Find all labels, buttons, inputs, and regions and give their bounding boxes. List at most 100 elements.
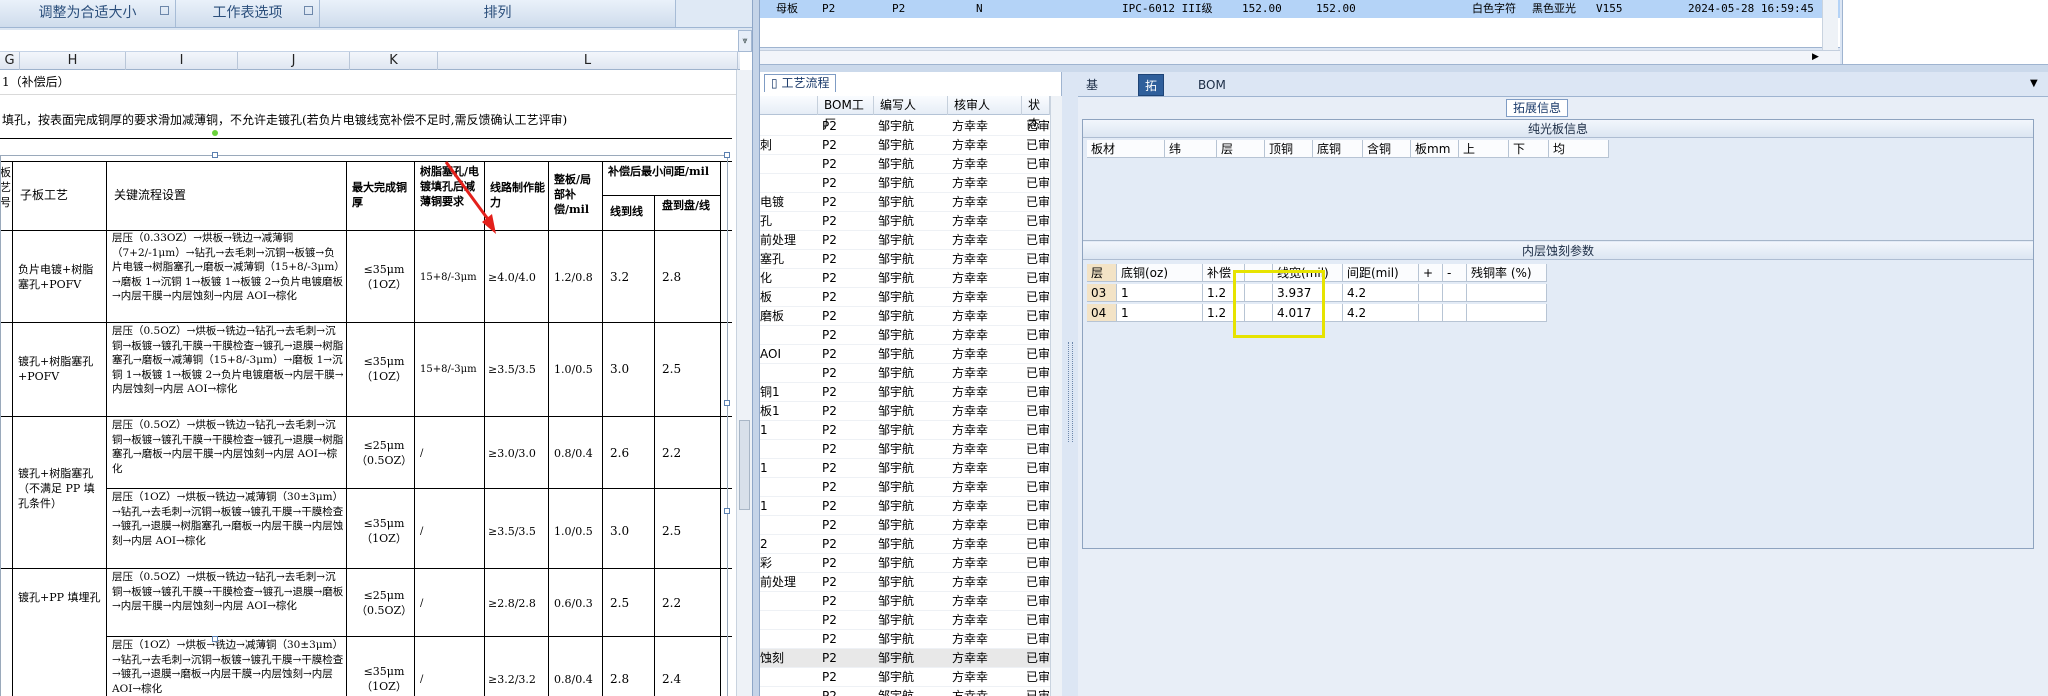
table-row[interactable]: P2 邹宇航 方幸幸 已审核 <box>760 440 1050 459</box>
grid-cell[interactable]: 4.2 <box>1343 284 1419 302</box>
table-row[interactable]: P2 邹宇航 方幸幸 已审核 <box>760 687 1050 696</box>
grid-cell[interactable] <box>1419 304 1443 322</box>
column-header[interactable]: BOM工厂 <box>818 96 874 131</box>
table-row[interactable]: AOI P2 邹宇航 方幸幸 已审核 <box>760 345 1050 364</box>
resize-handle[interactable] <box>724 508 730 514</box>
panel-splitter[interactable] <box>1063 72 1079 696</box>
resize-handle[interactable] <box>212 636 218 642</box>
table-row[interactable]: 塞孔 P2 邹宇航 方幸幸 已审核 <box>760 250 1050 269</box>
table-row[interactable]: P2 邹宇航 方幸幸 已审核 <box>760 478 1050 497</box>
grid-cell[interactable]: 1 <box>1117 284 1203 302</box>
table-row[interactable]: 前处理 P2 邹宇航 方幸幸 已审核 <box>760 231 1050 250</box>
table-row[interactable]: 母板 P2 P2 N IPC-6012 III级 152.00 152.00 白… <box>760 0 1840 18</box>
table-row[interactable]: 板 P2 邹宇航 方幸幸 已审核 <box>760 288 1050 307</box>
cell-note[interactable]: 填孔，按表面完成铜厚的要求滑加减薄铜，不允许走镀孔(若负片电镀线宽补偿不足时,需… <box>2 113 730 128</box>
table-row[interactable]: 电镀 P2 邹宇航 方幸幸 已审核 <box>760 193 1050 212</box>
worksheet-grid[interactable]: 1（补偿后） 填孔，按表面完成铜厚的要求滑加减薄铜，不允许走镀孔(若负片电镀线宽… <box>0 70 740 696</box>
horizontal-splitter[interactable] <box>760 64 2048 72</box>
grid-column-header[interactable]: 底铜 <box>1313 140 1363 158</box>
table-row[interactable]: P2 邹宇航 方幸幸 已审核 <box>760 174 1050 193</box>
grid-column-header[interactable]: 纬 <box>1165 140 1217 158</box>
table-row[interactable]: 1 P2 邹宇航 方幸幸 已审核 <box>760 459 1050 478</box>
column-header[interactable]: J <box>238 52 350 70</box>
table-row[interactable]: 化 P2 邹宇航 方幸幸 已审核 <box>760 269 1050 288</box>
selected-picture-frame[interactable] <box>0 155 728 696</box>
resize-handle[interactable] <box>724 400 730 406</box>
dialog-launcher-icon[interactable] <box>160 6 169 15</box>
ribbon-group-scale-to-fit[interactable]: 调整为合适大小 <box>0 0 176 27</box>
tab-extended-info[interactable]: 拓展信息 <box>1138 74 1165 159</box>
grid-column-header[interactable]: 残铜率 (%) <box>1467 264 1547 282</box>
table-row[interactable]: P2 邹宇航 方幸幸 已审核 <box>760 326 1050 345</box>
ribbon-group-sheet-options[interactable]: 工作表选项 <box>176 0 320 27</box>
grid-column-header[interactable]: 板mm <box>1411 140 1459 158</box>
table-row[interactable]: 前处理 P2 邹宇航 方幸幸 已审核 <box>760 573 1050 592</box>
table-row[interactable]: P2 邹宇航 方幸幸 已审核 <box>760 516 1050 535</box>
grid-cell[interactable]: 03 <box>1087 284 1117 302</box>
table-row[interactable]: 板1 P2 邹宇航 方幸幸 已审核 <box>760 402 1050 421</box>
grid-column-header[interactable]: + <box>1419 264 1443 282</box>
column-header[interactable]: H <box>20 52 126 70</box>
tab-basic-info[interactable]: 基本信息 <box>1080 74 1104 158</box>
cell-title[interactable]: 1（补偿后） <box>2 75 70 90</box>
table-row[interactable]: 彩 P2 邹宇航 方幸幸 已审核 <box>760 554 1050 573</box>
resize-handle[interactable] <box>724 152 730 158</box>
grid-cell[interactable]: 4.2 <box>1343 304 1419 322</box>
grid-column-header[interactable]: 板材 <box>1087 140 1165 158</box>
formula-bar[interactable] <box>0 30 740 52</box>
tab-bom[interactable]: BOM <box>1192 74 1232 96</box>
sheet-vertical-scrollbar[interactable] <box>736 70 752 696</box>
table-row[interactable]: P2 邹宇航 方幸幸 已审核 <box>760 611 1050 630</box>
table-row[interactable]: 1 P2 邹宇航 方幸幸 已审核 <box>760 421 1050 440</box>
table-row[interactable]: 孔 P2 邹宇航 方幸幸 已审核 <box>760 212 1050 231</box>
top-grid-horizontal-scrollbar[interactable]: ▶ <box>760 50 1840 64</box>
grid-cell[interactable]: 1 <box>1117 304 1203 322</box>
table-row[interactable]: P2 邹宇航 方幸幸 已审核 <box>760 155 1050 174</box>
table-row[interactable]: 铜1 P2 邹宇航 方幸幸 已审核 <box>760 383 1050 402</box>
grid-column-header[interactable]: 均 <box>1549 140 1609 158</box>
grid-column-header[interactable]: - <box>1443 264 1467 282</box>
table-row[interactable]: 2 P2 邹宇航 方幸幸 已审核 <box>760 535 1050 554</box>
grid-cell[interactable] <box>1467 304 1547 322</box>
top-record-grid[interactable]: 母板 P2 P2 N IPC-6012 III级 152.00 152.00 白… <box>760 0 1840 48</box>
process-vertical-scrollbar[interactable] <box>1050 96 1062 696</box>
column-header[interactable] <box>760 96 818 115</box>
table-row[interactable]: 1 P2 邹宇航 方幸幸 已审核 <box>760 497 1050 516</box>
column-header[interactable]: G <box>0 52 20 70</box>
dialog-launcher-icon[interactable] <box>304 6 313 15</box>
column-header[interactable]: K <box>350 52 438 70</box>
grid-column-header[interactable]: 层 <box>1087 264 1117 282</box>
grid-column-header[interactable]: 层 <box>1217 140 1265 158</box>
column-header[interactable]: 编写人 <box>874 96 948 115</box>
resize-handle[interactable] <box>212 152 218 158</box>
expand-formula-bar-icon[interactable]: ⩔ <box>738 30 752 52</box>
grid-cell[interactable] <box>1467 284 1547 302</box>
table-row[interactable]: P2 邹宇航 方幸幸 已审核 <box>760 592 1050 611</box>
grid-column-header[interactable]: 上 <box>1459 140 1509 158</box>
rotate-handle-icon[interactable] <box>212 130 218 136</box>
scrollbar-thumb[interactable] <box>739 420 750 510</box>
column-header[interactable]: 状态 <box>1022 96 1050 131</box>
grid-cell[interactable] <box>1419 284 1443 302</box>
table-row[interactable]: 蚀刻 P2 邹宇航 方幸幸 已审核 <box>760 649 1050 668</box>
column-header[interactable]: 核审人 <box>948 96 1022 115</box>
window-splitter[interactable] <box>752 0 760 696</box>
table-row[interactable]: 磨板 P2 邹宇航 方幸幸 已审核 <box>760 307 1050 326</box>
grid-cell[interactable] <box>1443 304 1467 322</box>
column-header[interactable]: I <box>126 52 238 70</box>
ribbon-group-arrange[interactable]: 排列 <box>320 0 676 27</box>
tab-dropdown-icon[interactable]: ▼ <box>2030 78 2038 89</box>
table-row[interactable]: P2 邹宇航 方幸幸 已审核 <box>760 364 1050 383</box>
column-header[interactable]: L <box>438 52 738 70</box>
table-row[interactable]: P2 邹宇航 方幸幸 已审核 <box>760 630 1050 649</box>
table-row[interactable]: 刺 P2 邹宇航 方幸幸 已审核 <box>760 136 1050 155</box>
grid-cell[interactable]: 04 <box>1087 304 1117 322</box>
grid-column-header[interactable]: 下 <box>1509 140 1549 158</box>
grid-column-header[interactable]: 底铜(oz) <box>1117 264 1203 282</box>
grid-column-header[interactable]: 间距(mil) <box>1343 264 1419 282</box>
table-row[interactable]: P2 邹宇航 方幸幸 已审核 <box>760 117 1050 136</box>
grid-column-header[interactable]: 顶铜 <box>1265 140 1313 158</box>
scroll-right-icon[interactable]: ▶ <box>1812 52 1819 62</box>
table-row[interactable]: P2 邹宇航 方幸幸 已审核 <box>760 668 1050 687</box>
grid-column-header[interactable]: 含铜 <box>1363 140 1411 158</box>
